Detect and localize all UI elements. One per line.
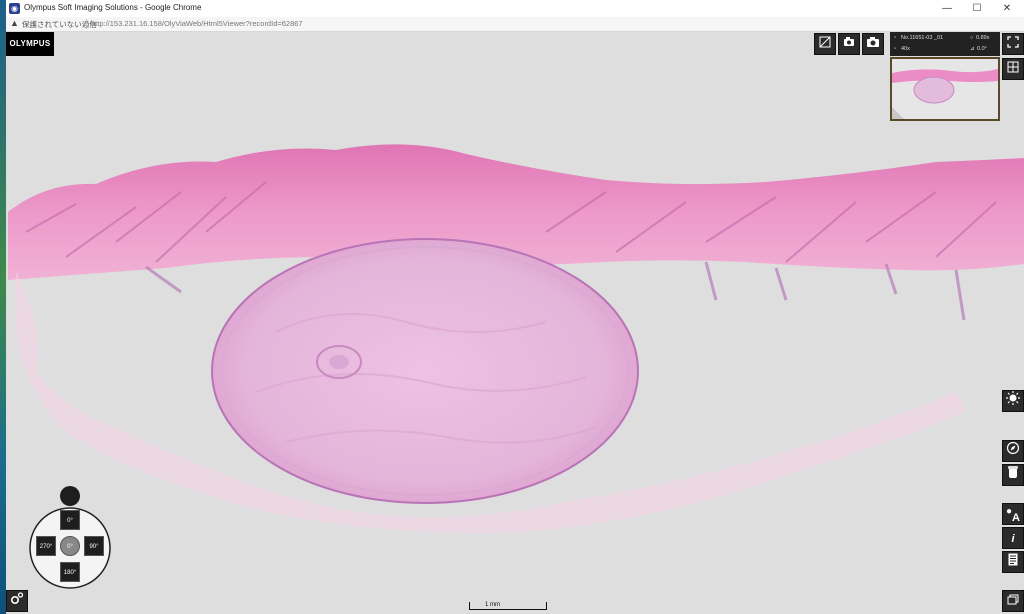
- window-title: Olympus Soft Imaging Solutions - Google …: [24, 3, 202, 12]
- info-icon: i: [1011, 533, 1015, 545]
- fullscreen-icon: [1007, 36, 1019, 48]
- rotate-180-button[interactable]: 180°: [60, 562, 80, 582]
- rotate-center-button[interactable]: 0°: [60, 536, 80, 556]
- minimize-button[interactable]: —: [932, 0, 962, 17]
- grid-toggle-button[interactable]: [1002, 58, 1024, 80]
- compare-icon: [819, 36, 831, 48]
- info-button[interactable]: i: [1002, 527, 1024, 549]
- fullscreen-button[interactable]: [1002, 33, 1024, 55]
- report-button[interactable]: [1002, 551, 1024, 573]
- app-icon: ◉: [9, 3, 20, 14]
- snapshot-button[interactable]: [862, 33, 884, 55]
- slide-info-panel: ▫ No.11651-03 _01 ▫ 40x ○ 0.89x ⊿ 0.0°: [890, 32, 1000, 56]
- slide-viewer[interactable]: OLYMPUS ▫ No.11651-03 _01 ▫ 40x ○ 0.89x …: [6, 32, 1024, 614]
- layers-icon: [1007, 594, 1018, 605]
- close-button[interactable]: ✕: [992, 0, 1022, 17]
- magnification: 40x: [901, 46, 910, 52]
- rotation-handle[interactable]: [60, 486, 80, 506]
- annotation-button[interactable]: ● A: [1002, 503, 1024, 525]
- olympus-logo: OLYMPUS: [6, 32, 54, 56]
- camera-icon: [867, 37, 879, 47]
- container-icon: [1008, 466, 1018, 478]
- zoom-level: 0.89x: [976, 35, 990, 41]
- compass-button[interactable]: [1002, 440, 1024, 462]
- slide-image[interactable]: [6, 32, 1024, 614]
- settings-button[interactable]: [6, 590, 28, 612]
- rotate-0-button[interactable]: 0°: [60, 510, 80, 530]
- gear-icon: [10, 592, 24, 605]
- multi-snapshot-button[interactable]: [838, 33, 860, 55]
- address-bar[interactable]: ▲ 保護されていない通信 http://153.231.16.158/OlyVi…: [6, 17, 1024, 32]
- url-text[interactable]: http://153.231.16.158/OlyViaWeb/Html5Vie…: [91, 19, 303, 28]
- browser-window: ◉ Olympus Soft Imaging Solutions - Googl…: [6, 0, 1024, 614]
- annotation-label: A: [1012, 512, 1020, 524]
- document-icon: [1008, 553, 1018, 566]
- address-separator: [86, 19, 87, 29]
- scale-bar-label: 1 mm: [485, 602, 500, 608]
- slide-id-icon: ▫: [894, 35, 896, 41]
- warning-icon[interactable]: ▲: [10, 18, 19, 28]
- minimap-thumbnail: [892, 59, 998, 119]
- rotation-angle: 0.0°: [977, 46, 987, 52]
- slide-tray-button[interactable]: [1002, 464, 1024, 486]
- rotate-90-button[interactable]: 90°: [84, 536, 104, 556]
- overview-minimap[interactable]: [890, 57, 1000, 121]
- maximize-button[interactable]: ☐: [962, 0, 992, 17]
- rotate-270-button[interactable]: 270°: [36, 536, 56, 556]
- title-bar: ◉ Olympus Soft Imaging Solutions - Googl…: [6, 0, 1024, 18]
- zoom-icon: ○: [970, 35, 974, 41]
- brightness-icon: [1006, 391, 1020, 405]
- brightness-button[interactable]: [1002, 390, 1024, 412]
- grid-icon: [1007, 61, 1019, 73]
- slide-id: No.11651-03 _01: [901, 35, 944, 41]
- rotation-icon: ⊿: [970, 46, 975, 52]
- scale-bar-line: [469, 602, 547, 610]
- compass-icon: [1006, 441, 1020, 455]
- layers-button[interactable]: [1002, 590, 1024, 612]
- magnification-icon: ▫: [894, 46, 896, 52]
- camera-multi-icon: [844, 37, 854, 46]
- scale-bar: 1 mm: [469, 602, 547, 614]
- compare-view-button[interactable]: [814, 33, 836, 55]
